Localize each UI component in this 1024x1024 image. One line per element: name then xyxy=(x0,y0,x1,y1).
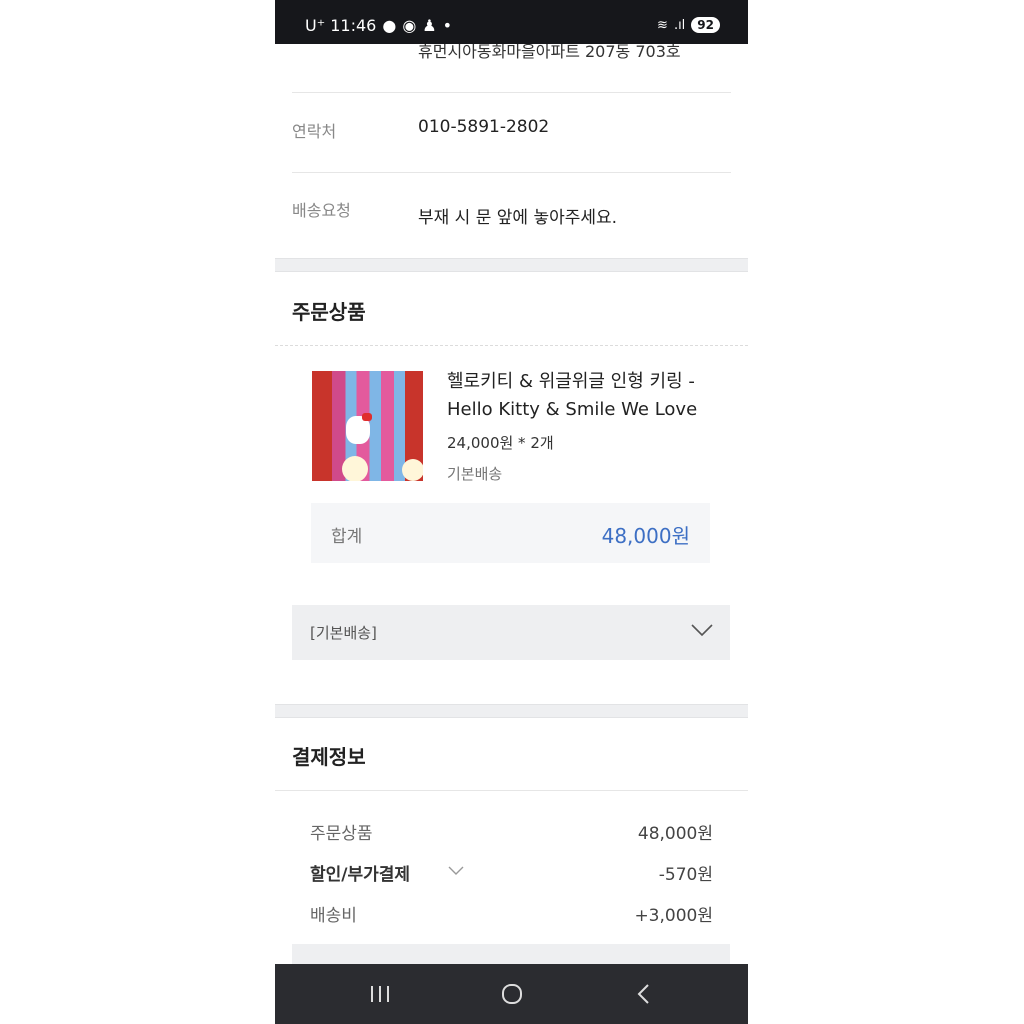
discount-label[interactable]: 할인/부가결제 xyxy=(310,860,410,885)
contact-label: 연락처 xyxy=(292,122,337,141)
product-name[interactable]: 헬로키티 & 위글위글 인형 키링 - Hello Kitty & Smile … xyxy=(447,368,727,424)
recent-apps-button[interactable] xyxy=(350,964,410,1024)
chevron-down-icon[interactable] xyxy=(447,864,465,876)
total-value: 48,000원 xyxy=(601,524,690,548)
payment-items-label: 주문상품 xyxy=(310,824,373,844)
address-value: 휴먼시아동화마을아파트 207동 703호 xyxy=(418,44,681,61)
request-value: 부재 시 문 앞에 놓아주세요. xyxy=(418,208,618,228)
signal-icon: .ıl xyxy=(673,17,686,33)
shipping-group-label: [기본배송] xyxy=(310,624,377,642)
bow-shape xyxy=(362,413,372,421)
payment-title: 결제정보 xyxy=(292,745,366,769)
recent-apps-icon xyxy=(371,986,389,1002)
request-label: 배송요청 xyxy=(292,201,351,220)
back-icon xyxy=(637,984,649,1004)
facebook-icon: ◉ xyxy=(402,16,417,35)
product-image[interactable] xyxy=(312,371,423,481)
phone-screen: U⁺ 11:46 ● ◉ ♟ • ≋ .ıl 92 휴먼시아동화마을아파트 20… xyxy=(275,0,748,1024)
payment-items-value: 48,000원 xyxy=(637,824,713,844)
flower-shape xyxy=(402,459,423,481)
chevron-down-icon xyxy=(691,624,713,637)
person-icon: ♟ xyxy=(422,16,437,35)
wifi-icon: ≋ xyxy=(657,17,668,33)
divider xyxy=(275,790,748,791)
back-button[interactable] xyxy=(614,964,674,1024)
total-box: 합계 48,000원 xyxy=(311,503,710,563)
battery-badge: 92 xyxy=(691,17,720,33)
shipping-fee-label: 배송비 xyxy=(310,906,357,926)
section-gap xyxy=(275,704,748,718)
status-left: U⁺ 11:46 ● ◉ ♟ • xyxy=(305,16,452,35)
chat-icon: ● xyxy=(382,16,397,35)
section-gap xyxy=(275,258,748,272)
dot-icon: • xyxy=(442,16,453,35)
clock: U⁺ 11:46 xyxy=(305,16,377,35)
order-detail-content[interactable]: 휴먼시아동화마을아파트 207동 703호 연락처 010-5891-2802 … xyxy=(275,44,748,964)
total-label: 합계 xyxy=(331,527,363,547)
order-items-title: 주문상품 xyxy=(292,300,366,324)
navigation-bar xyxy=(275,964,748,1024)
product-shipping: 기본배송 xyxy=(447,465,503,483)
home-icon xyxy=(502,984,522,1004)
shipping-fee-value: +3,000원 xyxy=(634,906,713,926)
divider xyxy=(292,92,731,93)
product-price-qty: 24,000원 * 2개 xyxy=(447,434,554,452)
status-bar: U⁺ 11:46 ● ◉ ♟ • ≋ .ıl 92 xyxy=(275,0,748,44)
divider xyxy=(292,172,731,173)
contact-value: 010-5891-2802 xyxy=(418,117,550,137)
divider xyxy=(275,345,748,346)
status-right: ≋ .ıl 92 xyxy=(657,17,720,33)
home-button[interactable] xyxy=(482,964,542,1024)
discount-value: -570원 xyxy=(658,865,713,885)
shipping-group-select[interactable]: [기본배송] xyxy=(292,605,730,660)
flower-shape xyxy=(342,456,368,481)
payment-total-box xyxy=(292,944,730,964)
